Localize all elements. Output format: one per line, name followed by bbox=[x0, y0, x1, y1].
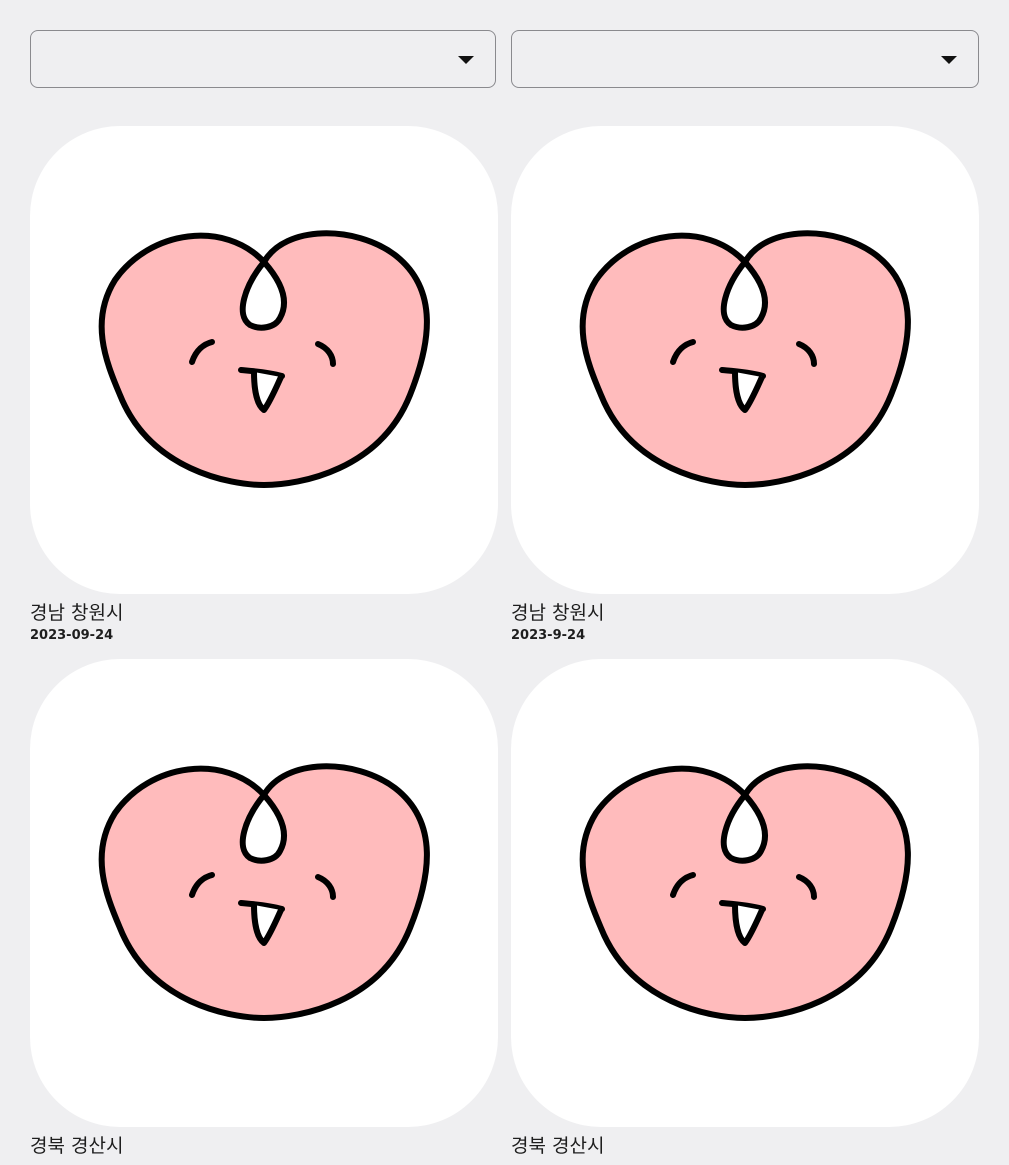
sort-dropdown[interactable] bbox=[511, 30, 979, 88]
thumbnail-image[interactable] bbox=[511, 126, 979, 594]
card-date: 2023-9-24 bbox=[511, 628, 586, 643]
card-location: 경북 경산시 bbox=[30, 1135, 124, 1157]
filter-bar bbox=[30, 30, 979, 90]
peach-face-logo bbox=[30, 126, 498, 594]
thumbnail-image[interactable] bbox=[30, 126, 498, 594]
thumbnail-image[interactable] bbox=[30, 659, 498, 1127]
card-location: 경남 창원시 bbox=[30, 602, 124, 624]
peach-face-logo bbox=[30, 659, 498, 1127]
gallery-card[interactable]: 경남 창원시 2023-09-24 bbox=[30, 126, 498, 643]
gallery-card[interactable]: 경북 경산시 bbox=[30, 659, 498, 1157]
peach-face-logo bbox=[511, 126, 979, 594]
caret-down-icon bbox=[458, 56, 474, 64]
region-dropdown[interactable] bbox=[30, 30, 496, 88]
caret-down-icon bbox=[941, 56, 957, 64]
gallery-card[interactable]: 경북 경산시 bbox=[511, 659, 979, 1157]
card-location: 경남 창원시 bbox=[511, 602, 605, 624]
card-date: 2023-09-24 bbox=[30, 628, 114, 643]
photo-gallery-screen: 경남 창원시 2023-09-24 경남 창원시 2023-9-24 경북 경산… bbox=[0, 0, 1009, 1165]
gallery-card[interactable]: 경남 창원시 2023-9-24 bbox=[511, 126, 979, 643]
thumbnail-image[interactable] bbox=[511, 659, 979, 1127]
peach-face-logo bbox=[511, 659, 979, 1127]
card-location: 경북 경산시 bbox=[511, 1135, 605, 1157]
